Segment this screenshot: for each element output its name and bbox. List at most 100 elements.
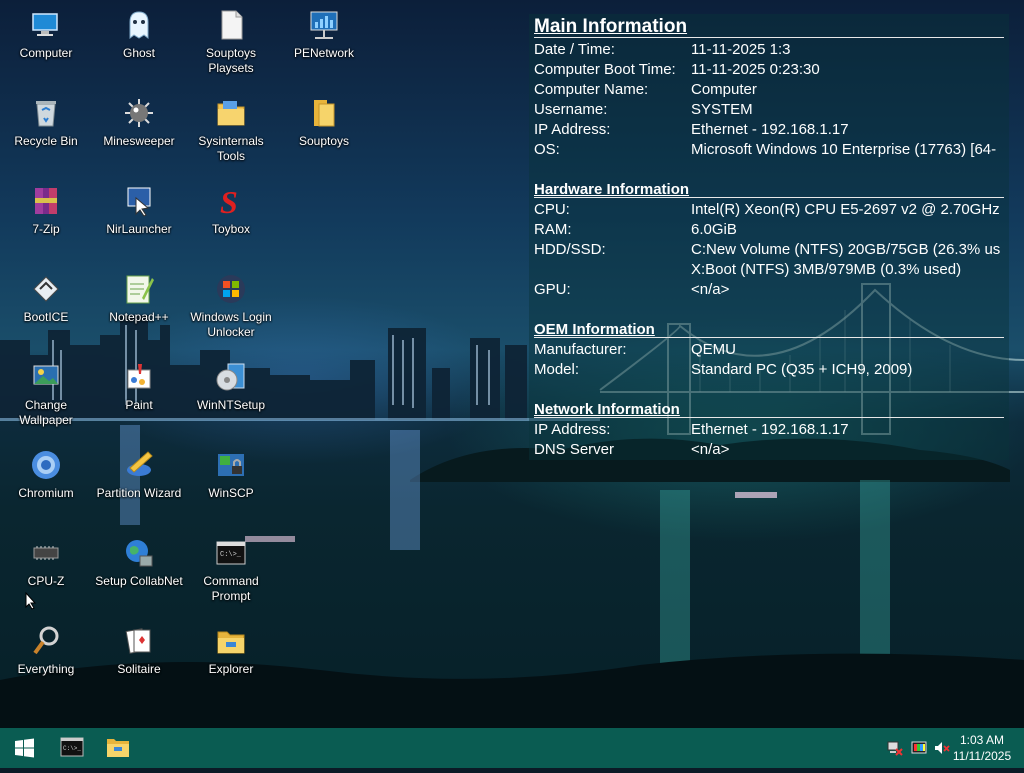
setup-icon <box>214 360 248 394</box>
cards-icon <box>122 624 156 658</box>
chromium-icon <box>29 448 63 482</box>
taskbar-file-explorer[interactable] <box>95 728 141 768</box>
info-value: Standard PC (Q35 + ICH9, 2009) <box>691 361 913 378</box>
info-key: Date / Time: <box>534 41 615 58</box>
desktop-icon-label: Chromium <box>18 486 74 500</box>
svg-text:C:\>_: C:\>_ <box>220 551 242 559</box>
desktop-icon-recycle-bin[interactable]: Recycle Bin <box>0 92 92 149</box>
hardware-info-title: Hardware Information <box>534 181 690 198</box>
divider <box>534 417 1004 418</box>
divider <box>534 37 1004 38</box>
desktop-icon-windows-login-unlocker[interactable]: Windows Login Unlocker <box>185 268 277 340</box>
desktop-icon-change-wallpaper[interactable]: Change Wallpaper <box>0 356 92 428</box>
info-value: X:Boot (NTFS) 3MB/979MB (0.3% used) <box>691 261 962 278</box>
toybox-icon: S <box>214 184 248 220</box>
desktop-icon-paint[interactable]: Paint <box>93 356 185 413</box>
info-value: 11-11-2025 1:3 <box>691 41 791 58</box>
desktop-icon-computer[interactable]: Computer <box>0 4 92 61</box>
info-value: 11-11-2025 0:23:30 <box>691 61 820 78</box>
oem-info-title: OEM Information <box>534 321 655 338</box>
desktop-icon-chromium[interactable]: Chromium <box>0 444 92 501</box>
launcher-icon <box>122 184 156 218</box>
info-key: HDD/SSD: <box>534 241 606 258</box>
desktop-icon-souptoys[interactable]: Souptoys <box>278 92 370 149</box>
desktop-icon-label: Ghost <box>122 46 155 60</box>
desktop-icon-penetwork[interactable]: PENetwork <box>278 4 370 61</box>
desktop-icon-label: Everything <box>17 662 75 676</box>
chip-icon <box>29 536 63 570</box>
desktop-icon-explorer[interactable]: Explorer <box>185 620 277 677</box>
windows-logo-icon <box>15 738 34 758</box>
info-key: Username: <box>534 101 608 118</box>
divider <box>534 337 1004 338</box>
desktop-icon-7zip[interactable]: 7-Zip <box>0 180 92 237</box>
info-value: 6.0GiB <box>691 221 737 238</box>
desktop-icon-souptoys-playsets[interactable]: Souptoys Playsets <box>185 4 277 76</box>
system-info-panel: Main Information Date / Time: 11-11-2025… <box>529 14 1009 460</box>
desktop-icon-cpu-z[interactable]: CPU-Z <box>0 532 92 589</box>
info-key: Model: <box>534 361 580 378</box>
info-value: Intel(R) Xeon(R) CPU E5-2697 v2 @ 2.70GH… <box>691 201 1000 218</box>
windows-logo-icon <box>214 272 248 306</box>
desktop-icon-label: Computer <box>19 46 73 60</box>
desktop-icon-label: WinNTSetup <box>196 398 266 412</box>
desktop-icon-label: Paint <box>125 398 153 412</box>
info-key: RAM: <box>534 221 572 238</box>
desktop-icon-label: Toybox <box>211 222 251 236</box>
start-button[interactable] <box>1 728 47 768</box>
display-color-icon[interactable] <box>911 740 927 756</box>
terminal-icon: C:\>_ <box>60 737 84 757</box>
partition-icon <box>122 448 156 482</box>
mouse-cursor <box>25 591 37 610</box>
desktop-icon-label: Minesweeper <box>103 134 175 148</box>
desktop-icon-setup-collabnet[interactable]: Setup CollabNet <box>93 532 185 589</box>
desktop-icon-label: BootICE <box>23 310 69 324</box>
desktop-icon-ghost[interactable]: Ghost <box>93 4 185 61</box>
desktop-icon-nirlauncher[interactable]: NirLauncher <box>93 180 185 237</box>
desktop-icon-label: Recycle Bin <box>14 134 78 148</box>
divider <box>534 197 1004 198</box>
desktop-icon-label: Souptoys <box>298 134 350 148</box>
desktop-icon-label: Solitaire <box>117 662 161 676</box>
info-key: Computer Name: <box>534 81 649 98</box>
network-icon <box>307 8 341 42</box>
info-value: <n/a> <box>691 281 730 298</box>
desktop-icon-label: PENetwork <box>293 46 355 60</box>
desktop-icon-everything[interactable]: Everything <box>0 620 92 677</box>
desktop-icon-notepadpp[interactable]: Notepad++ <box>93 268 185 325</box>
desktop-icon-minesweeper[interactable]: Minesweeper <box>93 92 185 149</box>
desktop-icon-label: Explorer <box>208 662 254 676</box>
desktop-icon-label: Souptoys Playsets <box>205 46 257 75</box>
info-value: <n/a> <box>691 441 730 458</box>
desktop-icon-toybox[interactable]: S Toybox <box>185 180 277 237</box>
desktop-icon-command-prompt[interactable]: C:\>_ Command Prompt <box>185 532 277 604</box>
info-value: Ethernet - 192.168.1.17 <box>691 121 849 138</box>
info-key: OS: <box>534 141 560 158</box>
desktop-icon-label: Setup CollabNet <box>95 574 183 588</box>
taskbar-command-prompt[interactable]: C:\>_ <box>49 728 95 768</box>
network-disconnected-icon[interactable] <box>887 740 903 756</box>
desktop-icon-partition-wizard[interactable]: Partition Wizard <box>93 444 185 501</box>
wallpaper-icon <box>29 360 63 394</box>
desktop-icon-winscp[interactable]: WinSCP <box>185 444 277 501</box>
desktop-icon-label: WinSCP <box>208 486 254 500</box>
desktop-icon-label: Partition Wizard <box>96 486 182 500</box>
info-key: DNS Server <box>534 441 615 458</box>
archive-icon <box>29 184 63 218</box>
info-value: QEMU <box>691 341 736 358</box>
folder-icon <box>107 739 129 757</box>
desktop-icon-sysinternals-tools[interactable]: Sysinternals Tools <box>185 92 277 164</box>
desktop-icon-label: NirLauncher <box>106 222 172 236</box>
paint-icon <box>122 360 156 394</box>
desktop-icon-bootice[interactable]: BootICE <box>0 268 92 325</box>
taskbar-clock[interactable]: 1:03 AM 11/11/2025 <box>948 732 1016 764</box>
desktop-icon-winntsetup[interactable]: WinNTSetup <box>185 356 277 413</box>
network-info-title: Network Information <box>534 401 680 418</box>
info-key: Computer Boot Time: <box>534 61 676 78</box>
taskbar: C:\>_ 1:03 AM 11/11/2025 <box>0 728 1024 768</box>
desktop-icon-solitaire[interactable]: Solitaire <box>93 620 185 677</box>
globe-icon <box>122 536 156 570</box>
document-icon <box>214 8 248 42</box>
info-value: Microsoft Windows 10 Enterprise (17763) … <box>691 141 997 158</box>
svg-text:C:\>_: C:\>_ <box>63 745 81 752</box>
